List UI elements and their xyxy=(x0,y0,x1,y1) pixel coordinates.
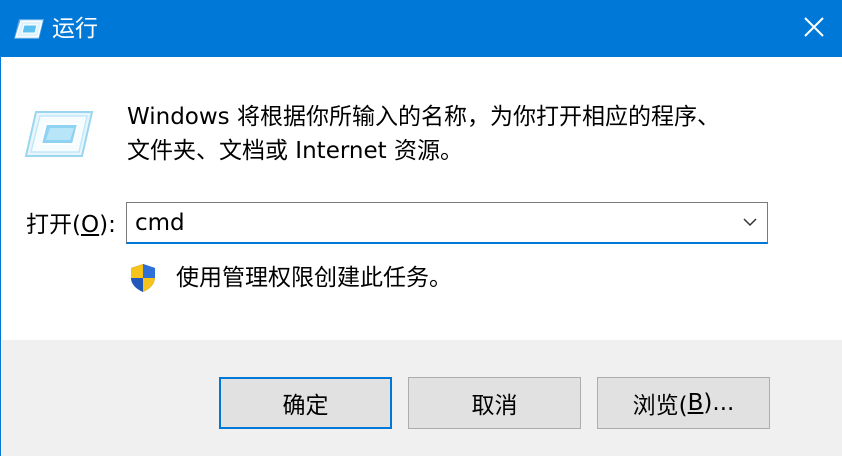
uac-shield-icon xyxy=(128,263,158,293)
run-dialog: 运行 Windows 将根据你所输入的名称，为你打开相应的程序、 文件夹、文档或… xyxy=(0,0,842,456)
open-combobox[interactable]: cmd xyxy=(126,202,768,244)
close-icon xyxy=(803,16,825,42)
ok-button[interactable]: 确定 xyxy=(219,377,392,429)
run-icon xyxy=(13,17,45,41)
title-bar[interactable]: 运行 xyxy=(1,0,842,57)
browse-label-prefix: 浏览( xyxy=(632,393,688,419)
cancel-button[interactable]: 取消 xyxy=(408,377,581,429)
open-label: 打开(O): xyxy=(26,210,116,240)
dialog-description: Windows 将根据你所输入的名称，为你打开相应的程序、 文件夹、文档或 In… xyxy=(127,100,720,168)
window-title: 运行 xyxy=(52,16,98,42)
description-line-2: 文件夹、文档或 Internet 资源。 xyxy=(127,138,463,164)
run-icon xyxy=(24,109,94,159)
browse-button[interactable]: 浏览(B)... xyxy=(597,377,770,429)
chevron-down-icon[interactable] xyxy=(741,213,759,231)
close-button[interactable] xyxy=(785,0,842,57)
browse-label-suffix: )... xyxy=(703,390,735,416)
open-label-accelerator: O xyxy=(80,212,100,238)
description-line-1: Windows 将根据你所输入的名称，为你打开相应的程序、 xyxy=(127,104,720,130)
button-bar: 确定 取消 浏览(B)... xyxy=(2,340,842,456)
dialog-content: Windows 将根据你所输入的名称，为你打开相应的程序、 文件夹、文档或 In… xyxy=(2,57,842,340)
open-input[interactable]: cmd xyxy=(135,207,185,239)
browse-label-accelerator: B xyxy=(687,390,704,416)
open-label-prefix: 打开( xyxy=(26,212,81,238)
admin-note: 使用管理权限创建此任务。 xyxy=(176,265,452,291)
open-label-suffix: ): xyxy=(99,212,116,238)
